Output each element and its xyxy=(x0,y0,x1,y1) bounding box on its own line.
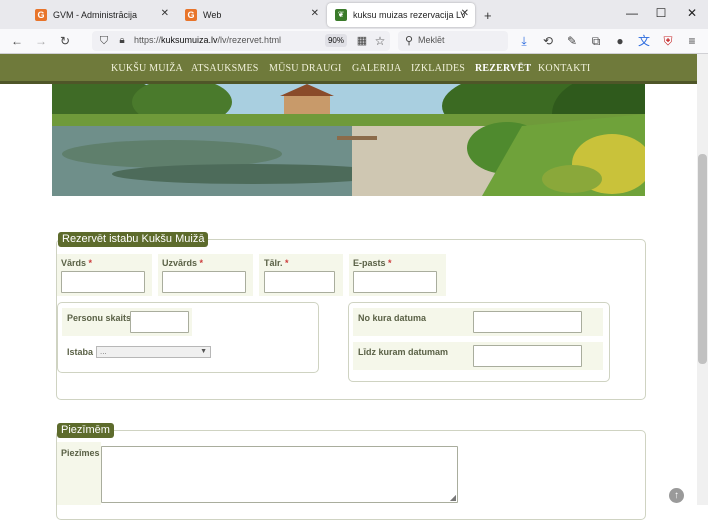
forward-icon[interactable]: → xyxy=(33,33,49,49)
search-input[interactable]: Meklēt xyxy=(418,35,445,45)
notes-label: Piezīmes xyxy=(61,448,100,458)
room-select[interactable]: ... ▼ xyxy=(96,346,211,358)
shield-icon[interactable]: ⛉ xyxy=(96,33,112,49)
from-date-label: No kura datuma xyxy=(358,313,427,323)
url-text[interactable]: https://kuksumuiza.lv/lv/rezervet.html xyxy=(134,35,281,45)
window-close-icon[interactable]: ✕ xyxy=(684,6,700,20)
lock-icon[interactable]: 🔒︎ xyxy=(114,33,130,49)
menu-icon[interactable]: ≡ xyxy=(684,33,700,49)
nav-galerija[interactable]: GALERIJA xyxy=(352,63,401,74)
chevron-down-icon: ▼ xyxy=(200,348,207,355)
notes-legend: Piezīmēm xyxy=(57,423,114,438)
persons-input[interactable] xyxy=(130,311,189,333)
nav-izklaides[interactable]: IZKLAIDES xyxy=(411,63,465,74)
from-date-input[interactable] xyxy=(473,311,582,333)
scrollbar-thumb[interactable] xyxy=(698,154,707,364)
bookmark-star-icon[interactable]: ☆ xyxy=(372,33,388,49)
close-icon[interactable]: ✕ xyxy=(461,8,469,19)
extension-avatar-icon[interactable]: ● xyxy=(612,33,628,49)
epasts-input[interactable] xyxy=(353,271,437,293)
nav-kuksu-muiza[interactable]: KUKŠU MUIŽA xyxy=(111,63,183,74)
ublock-icon[interactable]: ⛨ xyxy=(660,33,676,49)
banner-photo xyxy=(52,84,645,196)
site-nav-bar xyxy=(0,54,697,84)
vards-input[interactable] xyxy=(61,271,145,293)
uzvards-label: Uzvārds * xyxy=(162,258,204,268)
qr-code-icon[interactable]: ▦ xyxy=(354,33,370,49)
zoom-indicator[interactable]: 90% xyxy=(325,34,347,47)
nav-kontakti[interactable]: KONTAKTI xyxy=(538,63,590,74)
nav-musu-draugi[interactable]: MŪSU DRAUGI xyxy=(269,63,341,74)
back-icon[interactable]: ← xyxy=(9,33,25,49)
nav-atsauksmes[interactable]: ATSAUKSMES xyxy=(191,63,259,74)
tab-title: kuksu muizas rezervacija LV DE xyxy=(353,10,465,20)
close-icon[interactable]: ✕ xyxy=(311,8,319,19)
tab-title: Web xyxy=(203,10,222,20)
to-date-input[interactable] xyxy=(473,345,582,367)
nav-rezervet[interactable]: REZERVĒT xyxy=(475,63,531,74)
maximize-icon[interactable]: ☐ xyxy=(653,6,669,20)
screenshot-icon[interactable]: ⧉ xyxy=(588,33,604,49)
g-favicon-icon: G xyxy=(35,9,47,21)
scroll-to-top-icon[interactable]: ↑ xyxy=(669,488,684,503)
tab-gvm-admin[interactable]: G GVM - Administrācija ✕ xyxy=(27,3,175,27)
tab-title: GVM - Administrācija xyxy=(53,10,138,20)
download-icon[interactable]: ⤓ xyxy=(516,33,532,49)
new-tab-button[interactable]: + xyxy=(484,8,492,23)
resize-handle-icon[interactable]: ◢ xyxy=(450,493,456,502)
tab-web[interactable]: G Web ✕ xyxy=(177,3,325,27)
reservation-legend: Rezervēt istabu Kukšu Muižā xyxy=(58,232,209,247)
persons-label: Personu skaits xyxy=(67,313,132,323)
history-icon[interactable]: ⟲ xyxy=(540,33,556,49)
wrench-icon[interactable]: ✎ xyxy=(564,33,580,49)
tab-kuksu-rezervacija[interactable]: ❦ kuksu muizas rezervacija LV DE ✕ xyxy=(327,3,475,27)
talr-input[interactable] xyxy=(264,271,335,293)
reload-icon[interactable]: ↻ xyxy=(57,33,73,49)
epasts-label: E-pasts * xyxy=(353,258,392,268)
to-date-label: Līdz kuram datumam xyxy=(358,347,449,357)
talr-label: Tālr. * xyxy=(264,258,289,268)
translate-icon[interactable]: 文 xyxy=(636,33,652,49)
room-label: Istaba xyxy=(67,347,94,357)
uzvards-input[interactable] xyxy=(162,271,246,293)
page-left-margin xyxy=(0,84,52,505)
search-icon: ⚲ xyxy=(404,35,414,47)
vards-label: Vārds * xyxy=(61,258,93,268)
notes-textarea[interactable]: ◢ xyxy=(101,446,458,503)
minimize-icon[interactable]: — xyxy=(624,6,640,20)
leaf-favicon-icon: ❦ xyxy=(335,9,347,21)
close-icon[interactable]: ✕ xyxy=(161,8,169,19)
g-favicon-icon: G xyxy=(185,9,197,21)
